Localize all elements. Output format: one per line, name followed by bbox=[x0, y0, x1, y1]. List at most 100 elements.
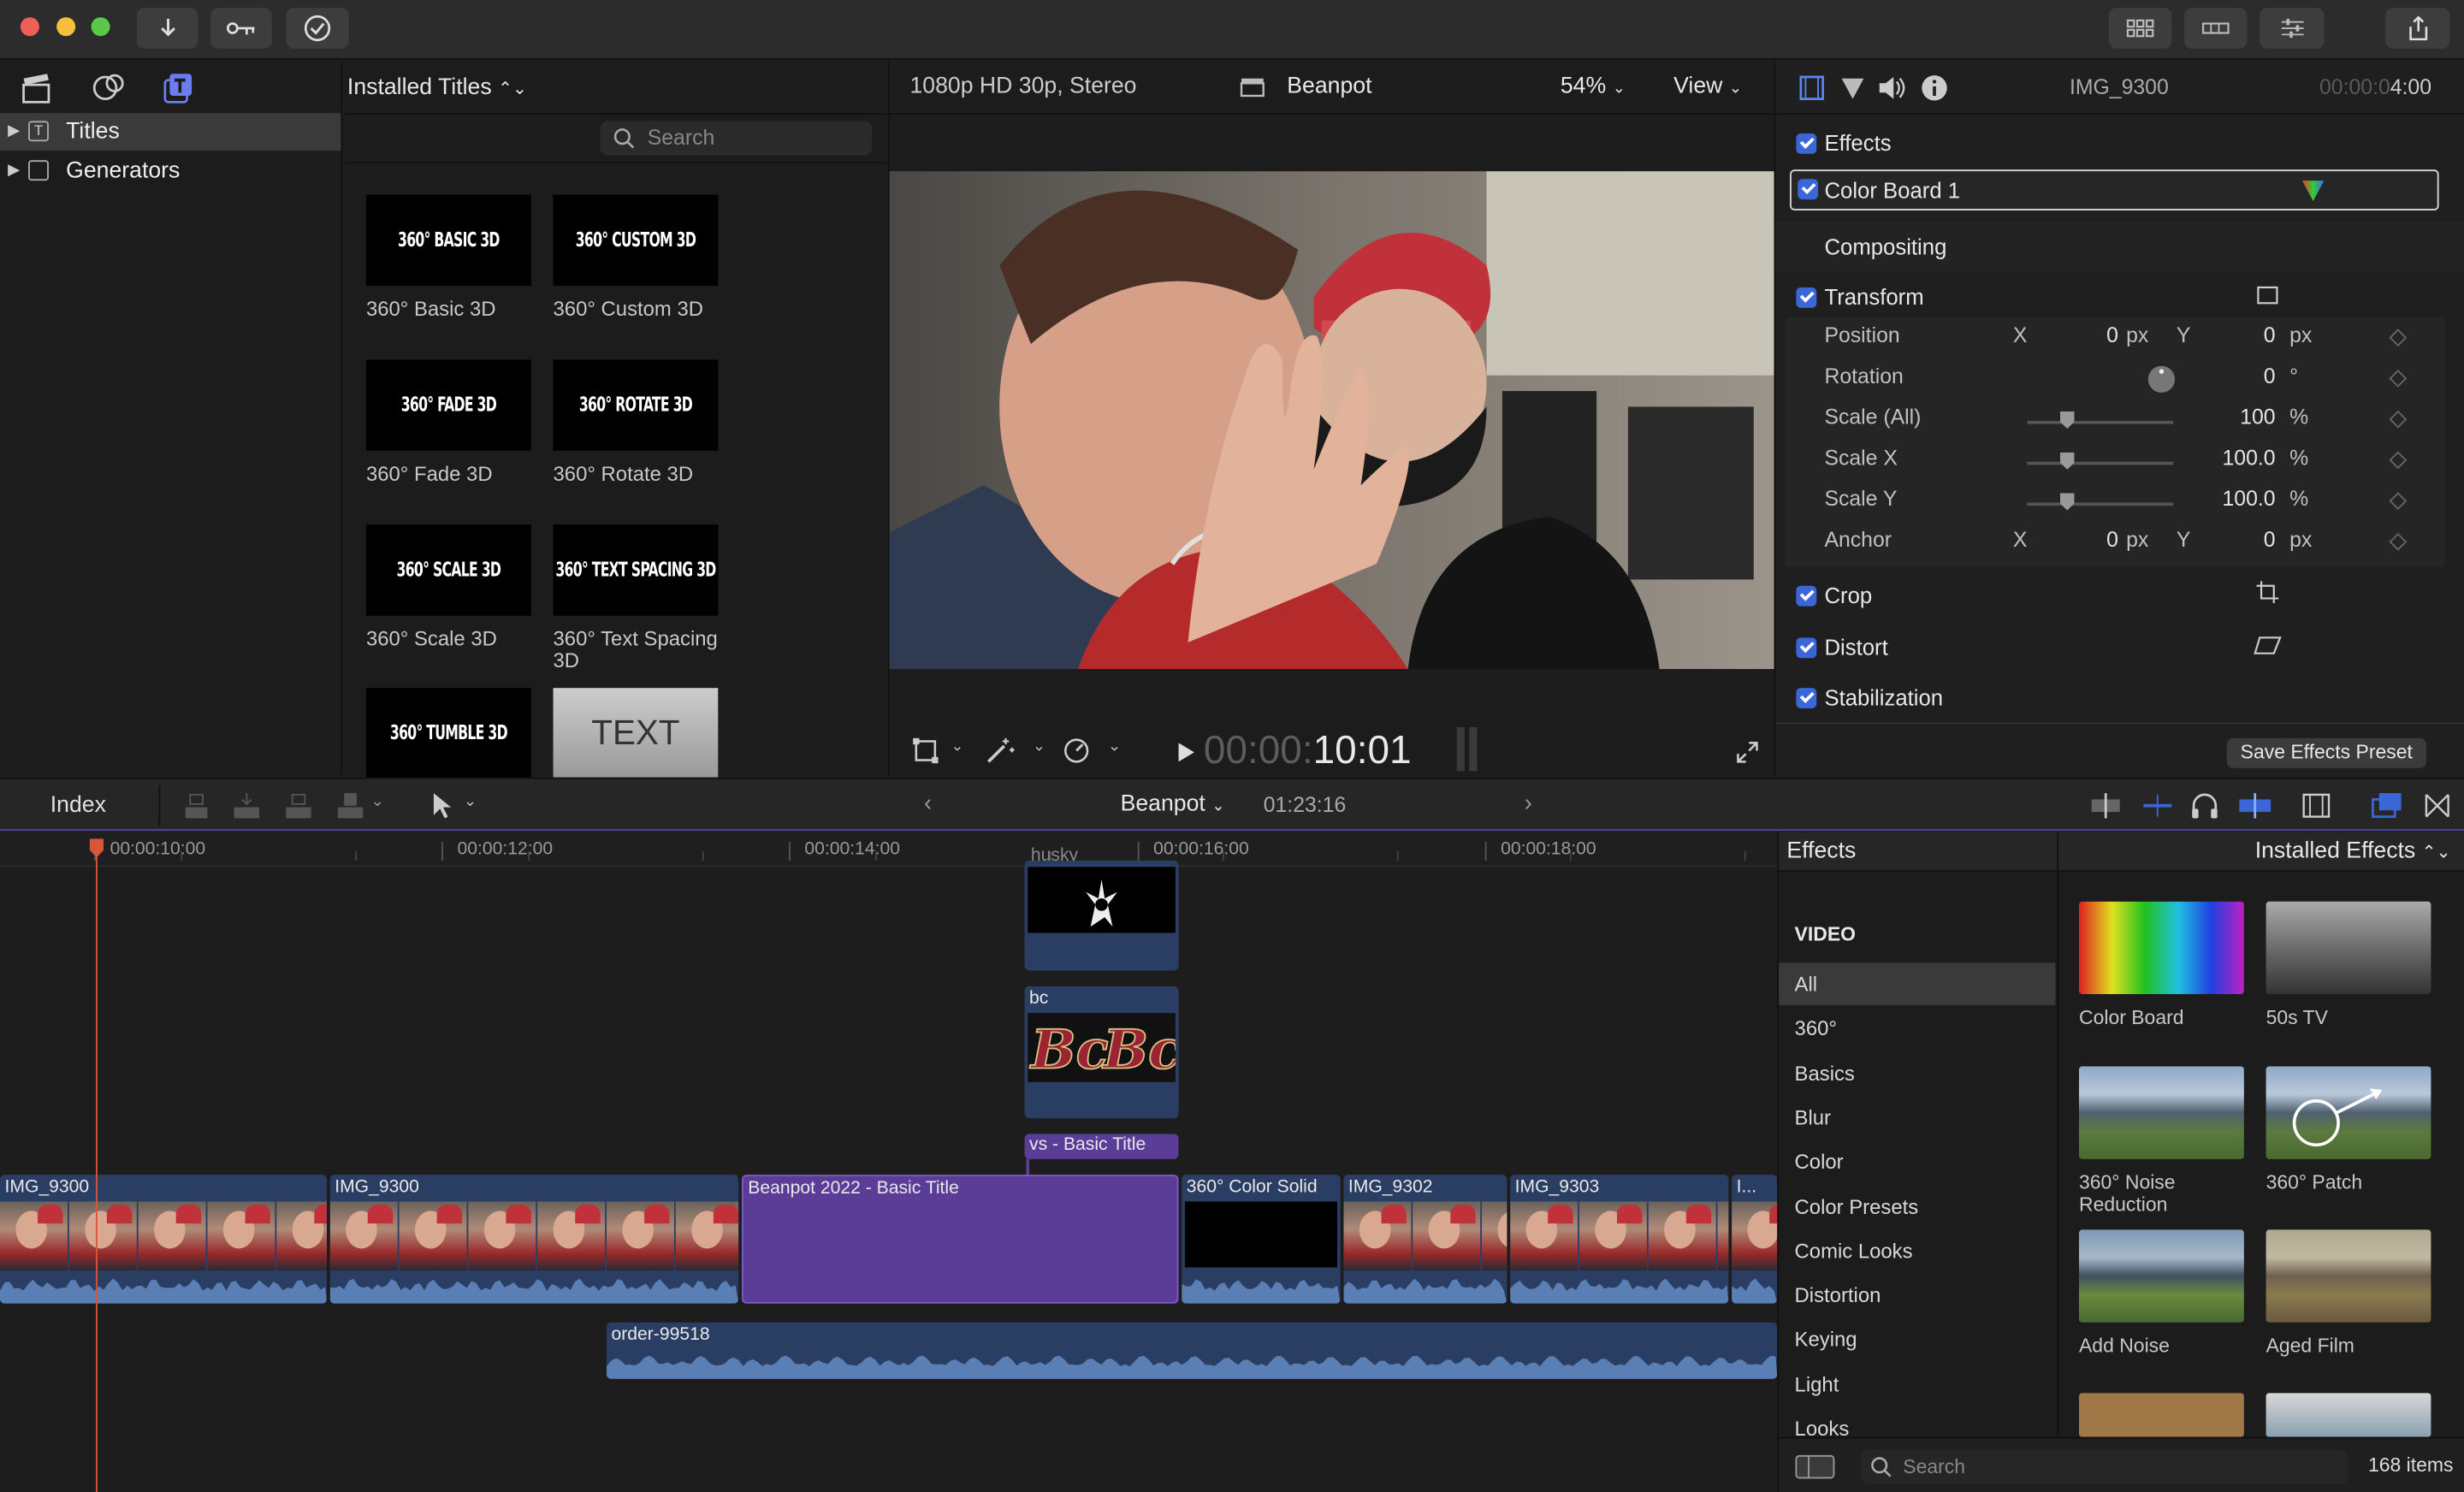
color-board-icon[interactable] bbox=[2301, 177, 2325, 202]
video-frame[interactable] bbox=[889, 171, 1774, 670]
effects-category-item[interactable]: Color Presets bbox=[1779, 1185, 2055, 1228]
stabilization-checkbox[interactable] bbox=[1796, 688, 1817, 708]
param-value[interactable]: 100 bbox=[2184, 406, 2275, 429]
effects-category-item[interactable]: All bbox=[1779, 962, 2056, 1005]
sidebar-item-titles[interactable]: ▶ T Titles bbox=[0, 113, 341, 151]
snapping-icon[interactable] bbox=[2238, 791, 2272, 820]
timeline-ruler[interactable]: 00:00:10:00 00:00:12:00 00:00:14:00 00:00:1… bbox=[0, 832, 1778, 867]
param-y-value[interactable]: 0 bbox=[2200, 528, 2276, 552]
effects-checkbox[interactable] bbox=[1796, 133, 1817, 154]
view-dropdown[interactable]: View ⌄ bbox=[1673, 74, 1742, 98]
installed-effects-dropdown[interactable]: Installed Effects ⌃⌄ bbox=[2255, 838, 2451, 863]
chevron-down-icon[interactable]: ⌄ bbox=[370, 793, 383, 810]
effects-category-item[interactable]: Keying bbox=[1779, 1318, 2055, 1361]
distort-icon[interactable] bbox=[2254, 636, 2282, 654]
close-window-button[interactable] bbox=[20, 17, 39, 37]
chevron-down-icon[interactable]: ⌄ bbox=[951, 738, 963, 755]
connect-clip-icon[interactable] bbox=[182, 791, 210, 820]
param-value[interactable]: 100.0 bbox=[2184, 446, 2276, 470]
show-inspector-button[interactable] bbox=[2260, 8, 2325, 49]
sidebar-item-generators[interactable]: ▶ Generators bbox=[0, 152, 341, 190]
param-slider[interactable] bbox=[2027, 461, 2174, 465]
param-value[interactable]: 100.0 bbox=[2184, 487, 2276, 511]
background-tasks-button[interactable] bbox=[286, 8, 349, 49]
sidebar-toggle-icon[interactable] bbox=[1795, 1454, 1836, 1479]
timeline[interactable]: 00:00:10:00 00:00:12:00 00:00:14:00 00:00:1… bbox=[0, 832, 1778, 1492]
husky-clip[interactable] bbox=[1024, 861, 1179, 971]
keywords-button[interactable] bbox=[210, 8, 272, 49]
installed-titles-dropdown[interactable]: Installed Titles ⌃⌄ bbox=[347, 75, 527, 100]
show-browser-button[interactable] bbox=[2108, 8, 2172, 49]
zoom-dropdown[interactable]: 54% ⌄ bbox=[1561, 74, 1626, 98]
speaker-icon[interactable] bbox=[1878, 75, 1906, 100]
share-button[interactable] bbox=[2385, 8, 2450, 49]
save-effects-preset-button[interactable]: Save Effects Preset bbox=[2226, 737, 2426, 768]
retime-speedometer-icon[interactable] bbox=[1063, 737, 1091, 765]
bc-clip[interactable]: bc Bc Bc bbox=[1024, 986, 1179, 1119]
crop-checkbox[interactable] bbox=[1796, 585, 1817, 607]
effects-category-item[interactable]: 360° bbox=[1779, 1007, 2055, 1050]
skimming-icon[interactable] bbox=[2090, 791, 2122, 820]
transform-checkbox[interactable] bbox=[1796, 287, 1817, 308]
playhead[interactable] bbox=[96, 838, 98, 1492]
effects-category-item[interactable]: Light bbox=[1779, 1363, 2055, 1406]
timeline-clip[interactable]: IMG_9300 bbox=[329, 1175, 739, 1304]
transitions-browser-icon[interactable] bbox=[2425, 791, 2449, 820]
audio-clip-order-99518[interactable]: order-99518 bbox=[606, 1322, 1778, 1379]
timeline-clip[interactable]: IMG_9302 bbox=[1343, 1175, 1507, 1304]
timeline-clip[interactable]: IMG_9303 bbox=[1510, 1175, 1729, 1304]
compositing-heading[interactable]: Compositing bbox=[1824, 234, 1946, 259]
param-x-value[interactable]: 0 bbox=[2043, 528, 2118, 552]
effect-thumbnail[interactable] bbox=[2266, 1393, 2431, 1437]
minimize-window-button[interactable] bbox=[56, 17, 76, 37]
append-clip-icon[interactable] bbox=[284, 791, 312, 820]
import-button[interactable] bbox=[136, 8, 198, 49]
effects-category-item[interactable]: Color bbox=[1779, 1140, 2055, 1183]
transform-tool-icon[interactable] bbox=[911, 737, 939, 765]
photos-audio-tab[interactable] bbox=[92, 71, 126, 105]
color-board-row[interactable]: Color Board 1 bbox=[1790, 169, 2439, 210]
param-value[interactable]: 0 bbox=[2184, 364, 2276, 388]
effect-thumbnail[interactable] bbox=[2078, 1393, 2244, 1437]
vs-title-clip[interactable]: vs - Basic Title bbox=[1024, 1134, 1179, 1159]
transform-onscreen-icon[interactable] bbox=[2257, 286, 2279, 305]
audio-skimming-icon[interactable] bbox=[2141, 791, 2173, 820]
effects-category-item[interactable]: Distortion bbox=[1779, 1274, 2055, 1317]
titles-search-field[interactable]: Search bbox=[600, 121, 873, 156]
timeline-project-dropdown[interactable]: Beanpot ⌄ bbox=[1121, 791, 1225, 816]
timeline-clip[interactable]: IMG_9300 bbox=[0, 1175, 328, 1304]
param-y-value[interactable]: 0 bbox=[2200, 323, 2276, 347]
effects-category-item[interactable]: Comic Looks bbox=[1779, 1229, 2055, 1272]
effects-browser-icon[interactable] bbox=[2372, 791, 2403, 820]
zoom-window-button[interactable] bbox=[91, 17, 110, 37]
forward-arrow-icon[interactable]: › bbox=[1525, 790, 1532, 816]
color-board-checkbox[interactable] bbox=[1798, 179, 1819, 200]
chevron-down-icon[interactable]: ⌄ bbox=[1108, 738, 1121, 755]
headphones-icon[interactable] bbox=[2190, 791, 2218, 820]
info-icon[interactable] bbox=[1920, 74, 1948, 102]
rotation-dial[interactable] bbox=[2147, 365, 2176, 393]
fullscreen-icon[interactable] bbox=[1735, 740, 1760, 765]
clip-appearance-icon[interactable] bbox=[2302, 791, 2331, 820]
video-inspector-icon[interactable] bbox=[1799, 75, 1824, 101]
chevron-down-icon[interactable]: ⌄ bbox=[1033, 738, 1045, 755]
effects-category-item[interactable]: Blur bbox=[1779, 1096, 2055, 1139]
color-inspector-icon[interactable] bbox=[1840, 75, 1865, 100]
magic-wand-icon[interactable] bbox=[984, 735, 1016, 767]
timeline-clip[interactable]: 360° Color Solid bbox=[1182, 1175, 1341, 1304]
timeline-clip[interactable]: I... bbox=[1732, 1175, 1778, 1304]
titles-generators-tab[interactable] bbox=[162, 71, 196, 105]
timeline-index-button[interactable]: Index bbox=[50, 793, 106, 818]
libraries-tab[interactable] bbox=[19, 71, 53, 105]
insert-clip-icon[interactable] bbox=[233, 791, 261, 820]
show-timeline-button[interactable] bbox=[2184, 8, 2248, 49]
param-slider[interactable] bbox=[2027, 502, 2174, 506]
back-arrow-icon[interactable]: ‹ bbox=[924, 790, 932, 816]
param-x-value[interactable]: 0 bbox=[2043, 323, 2118, 347]
arrow-tool-icon[interactable] bbox=[430, 791, 453, 820]
play-icon[interactable] bbox=[1177, 741, 1196, 763]
overwrite-clip-icon[interactable] bbox=[336, 791, 364, 820]
chevron-down-icon[interactable]: ⌄ bbox=[464, 793, 477, 810]
param-slider[interactable] bbox=[2027, 420, 2174, 424]
effects-search-field[interactable]: Search bbox=[1860, 1449, 2348, 1484]
